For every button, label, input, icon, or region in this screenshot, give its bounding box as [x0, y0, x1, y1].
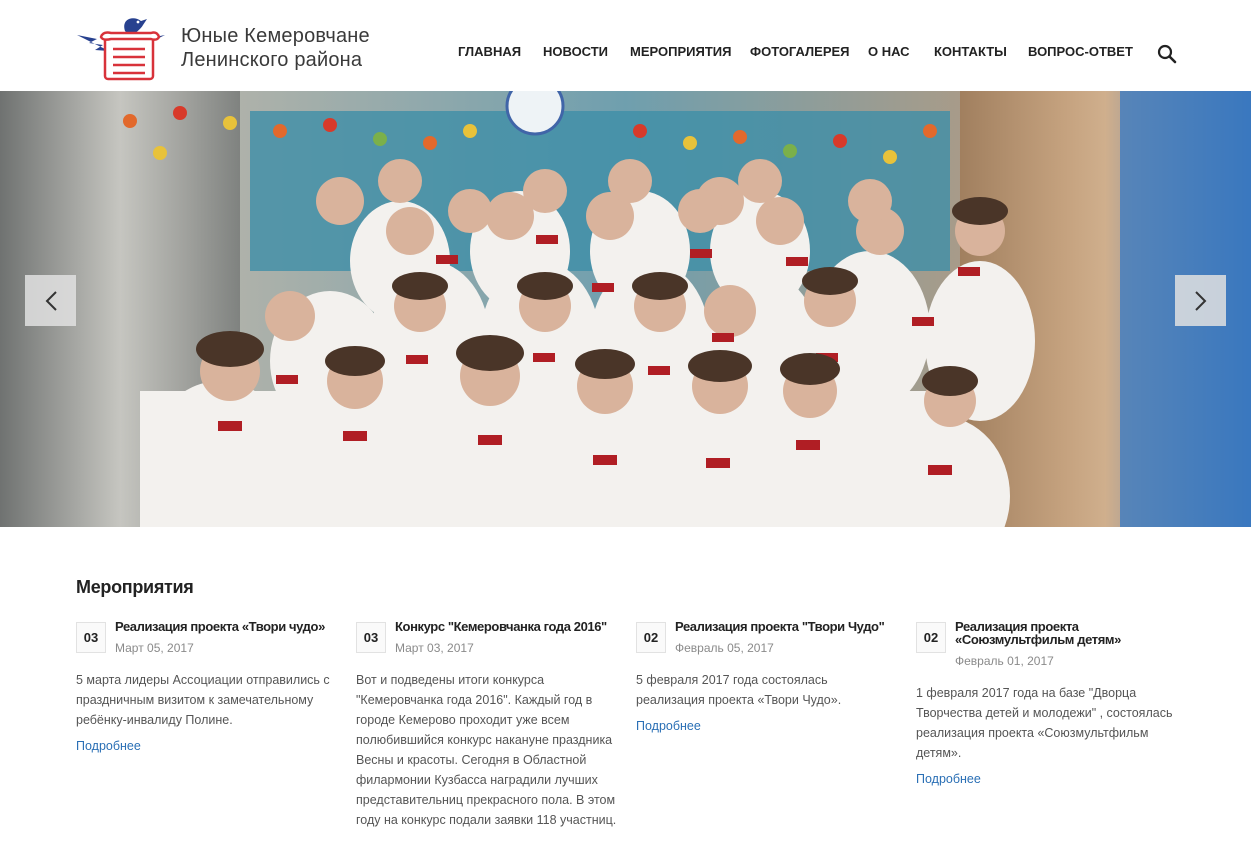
nav-item-contacts[interactable]: КОНТАКТЫ	[934, 44, 1028, 64]
event-excerpt: 5 февраля 2017 года состоялась реализаци…	[636, 673, 842, 707]
chevron-left-icon	[45, 290, 57, 311]
event-more-link[interactable]: Подробнее	[636, 719, 896, 733]
event-title-link[interactable]: Конкурс "Кемеровчанка года 2016"	[395, 620, 607, 633]
event-date: Февраль 01, 2017	[955, 654, 1054, 668]
site-header: Юные Кемеровчане Ленинского района ГЛАВН…	[0, 0, 1251, 91]
event-head: 02 Реализация проекта «Союзмультфильм де…	[916, 620, 1176, 668]
event-date: Февраль 05, 2017	[675, 641, 774, 655]
chevron-right-icon	[1194, 290, 1206, 311]
event-more-link[interactable]: Подробнее	[76, 739, 336, 753]
event-meta: Реализация проекта "Твори Чудо" Февраль …	[675, 620, 885, 655]
event-title-link[interactable]: Реализация проекта "Твори Чудо"	[675, 620, 885, 633]
event-head: 03 Реализация проекта «Твори чудо» Март …	[76, 620, 336, 655]
logo-line-1: Юные Кемеровчане	[181, 25, 370, 47]
event-card: 03 Конкурс "Кемеровчанка года 2016" Март…	[356, 620, 616, 830]
event-head: 02 Реализация проекта "Твори Чудо" Февра…	[636, 620, 896, 655]
event-day-badge: 02	[916, 622, 946, 653]
main-nav: ГЛАВНАЯ НОВОСТИ МЕРОПРИЯТИЯ ФОТОГАЛЕРЕЯ …	[458, 44, 1133, 64]
hero-slider	[0, 91, 1251, 527]
event-date: Март 03, 2017	[395, 641, 474, 655]
event-day-badge: 03	[76, 622, 106, 653]
nav-item-faq[interactable]: ВОПРОС-ОТВЕТ	[1028, 44, 1133, 64]
nav-item-gallery[interactable]: ФОТОГАЛЕРЕЯ	[750, 44, 868, 64]
event-card: 03 Реализация проекта «Твори чудо» Март …	[76, 620, 336, 753]
slider-next-button[interactable]	[1175, 275, 1226, 326]
nav-item-news[interactable]: НОВОСТИ	[543, 44, 630, 64]
event-meta: Конкурс "Кемеровчанка года 2016" Март 03…	[395, 620, 607, 655]
events-section-title: Мероприятия	[76, 577, 194, 597]
logo-text: Юные Кемеровчане Ленинского района	[181, 24, 370, 72]
event-excerpt: 5 марта лидеры Ассоциации отправились с …	[76, 673, 330, 727]
slider-prev-button[interactable]	[25, 275, 76, 326]
event-head: 03 Конкурс "Кемеровчанка года 2016" Март…	[356, 620, 616, 655]
event-date: Март 05, 2017	[115, 641, 194, 655]
logo-line-2: Ленинского района	[181, 49, 363, 71]
event-day-badge: 02	[636, 622, 666, 653]
event-card: 02 Реализация проекта «Союзмультфильм де…	[916, 620, 1176, 786]
event-meta: Реализация проекта «Твори чудо» Март 05,…	[115, 620, 325, 655]
nav-item-home[interactable]: ГЛАВНАЯ	[458, 44, 543, 64]
nav-item-about[interactable]: О НАС	[868, 44, 934, 64]
event-meta: Реализация проекта «Союзмультфильм детям…	[955, 620, 1155, 668]
event-card: 02 Реализация проекта "Твори Чудо" Февра…	[636, 620, 896, 733]
search-icon[interactable]	[1157, 44, 1177, 64]
nav-item-events[interactable]: МЕРОПРИЯТИЯ	[630, 44, 750, 64]
event-more-link[interactable]: Подробнее	[916, 772, 1176, 786]
group-photo-image	[0, 91, 1251, 527]
site-logo[interactable]: Юные Кемеровчане Ленинского района	[75, 13, 395, 83]
event-excerpt: 1 февраля 2017 года на базе "Дворца Твор…	[916, 686, 1173, 760]
event-title-link[interactable]: Реализация проекта «Союзмультфильм детям…	[955, 620, 1155, 646]
event-day-badge: 03	[356, 622, 386, 653]
event-title-link[interactable]: Реализация проекта «Твори чудо»	[115, 620, 325, 633]
event-excerpt: Вот и подведены итоги конкурса "Кемеровч…	[356, 673, 617, 827]
dove-scroll-logo-icon	[77, 18, 165, 81]
